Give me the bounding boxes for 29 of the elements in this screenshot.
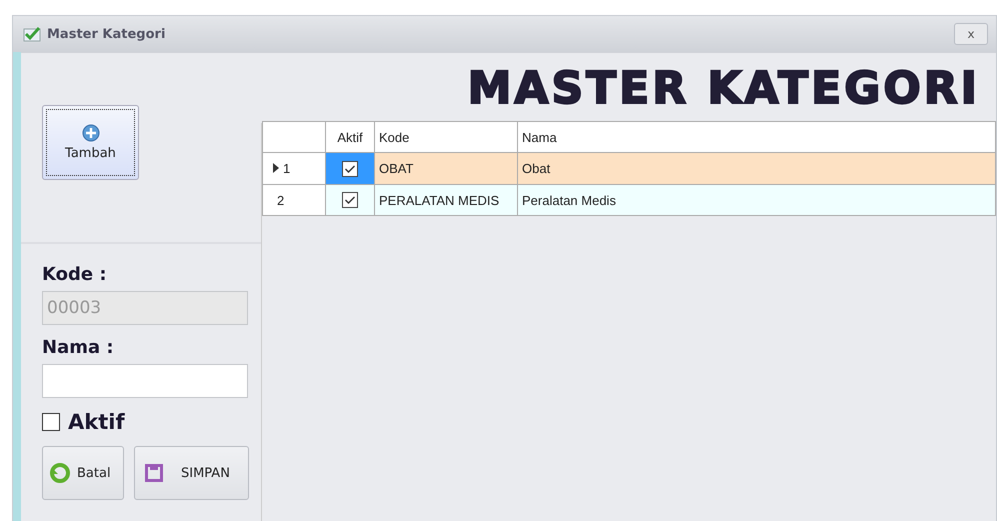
circular-arrows-icon (49, 462, 71, 484)
add-button[interactable]: Tambah (42, 105, 139, 180)
page-heading: MASTER KATEGORI (468, 62, 980, 114)
table-row[interactable]: 2 PERALATAN MEDIS Peralatan Medis (262, 184, 996, 216)
field-label: Nama : (42, 337, 115, 358)
table-cell: OBAT (374, 152, 518, 184)
checkbox[interactable] (42, 413, 60, 431)
close-button[interactable]: x (954, 23, 988, 45)
table-row[interactable]: 1 OBAT Obat (262, 152, 996, 184)
column-header[interactable]: Kode (374, 122, 518, 152)
nama-input-field[interactable] (42, 364, 248, 398)
column-header[interactable]: Aktif (326, 122, 374, 152)
row-header: 1 (262, 152, 326, 184)
field-label: Kode : (42, 264, 108, 285)
save-button[interactable]: SIMPAN (134, 446, 249, 500)
row-header: 2 (262, 184, 326, 216)
window-title: Master Kategori (47, 26, 166, 42)
header-cell (262, 122, 326, 152)
checkbox[interactable] (342, 160, 358, 177)
column-header[interactable]: Nama (518, 122, 996, 152)
row-pointer-icon (273, 163, 279, 173)
table-cell: PERALATAN MEDIS (374, 184, 518, 216)
checkmark-icon (23, 26, 41, 42)
cancel-button[interactable]: Batal (42, 446, 124, 500)
table-cell: Peralatan Medis (518, 184, 996, 216)
table-cell: Obat (518, 152, 996, 184)
checkbox[interactable] (342, 192, 358, 208)
plus-circle-icon (82, 124, 100, 142)
checkbox-label: Aktif (68, 410, 125, 434)
